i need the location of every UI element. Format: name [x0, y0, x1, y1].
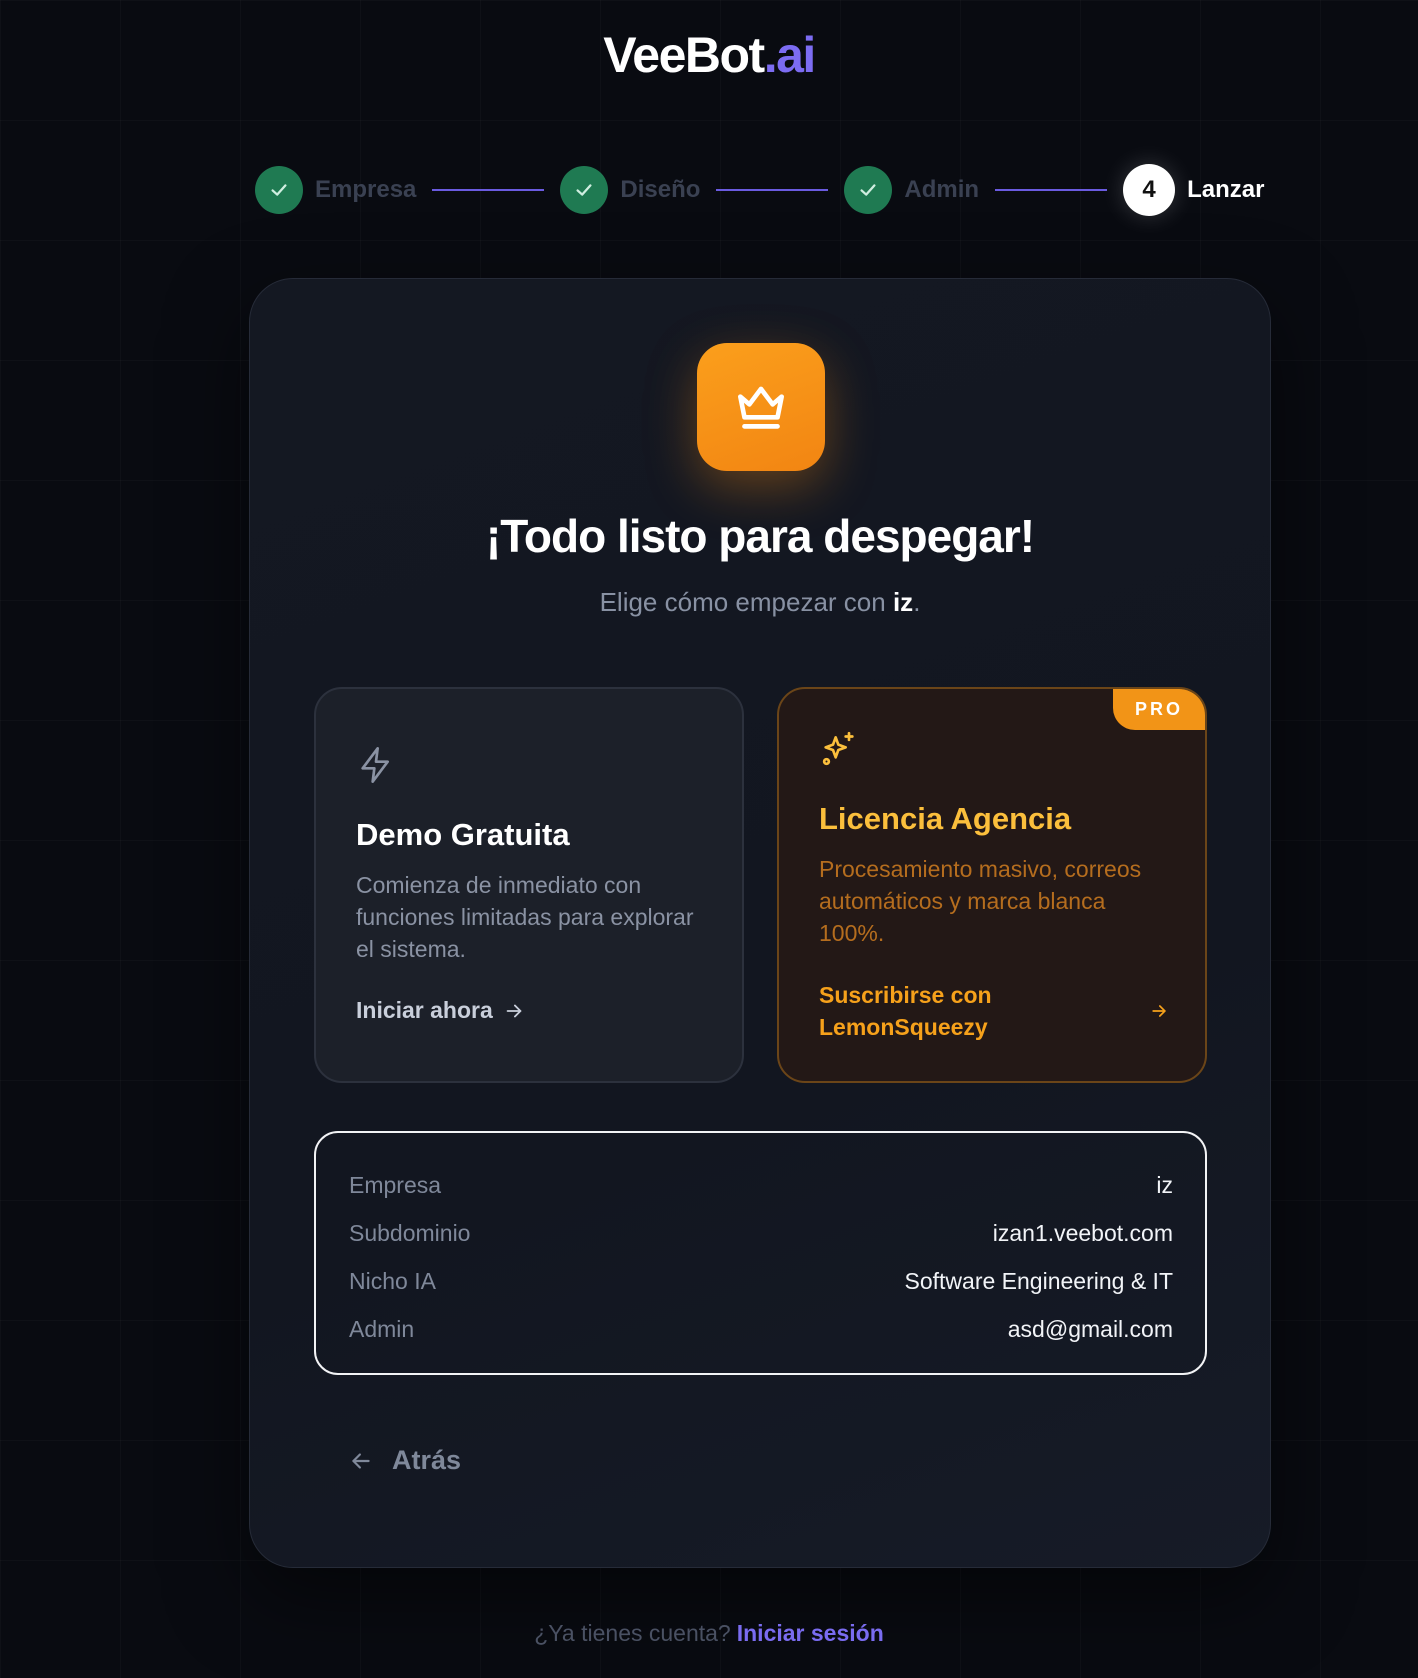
step-connector — [432, 189, 545, 191]
page-subtitle: Elige cómo empezar con iz. — [250, 587, 1270, 618]
pro-description: Procesamiento masivo, correos automático… — [819, 856, 1142, 946]
step-connector — [995, 189, 1108, 191]
subscribe-button[interactable]: Suscribirse con LemonSqueezy — [819, 979, 1169, 1043]
login-link[interactable]: Iniciar sesión — [737, 1620, 884, 1646]
step-label: Admin — [904, 176, 980, 203]
step-empresa: Empresa — [255, 166, 416, 214]
lightning-icon — [356, 745, 396, 790]
brand-logo[interactable]: VeeBot.ai — [0, 26, 1418, 84]
demo-option-card[interactable]: Demo Gratuita Comienza de inmediato con … — [314, 687, 744, 1083]
launch-card: ¡Todo listo para despegar! Elige cómo em… — [249, 278, 1271, 1568]
summary-row: Admin asd@gmail.com — [349, 1305, 1173, 1353]
brand-tld: .ai — [763, 27, 817, 83]
summary-row: Subdominio izan1.veebot.com — [349, 1209, 1173, 1257]
back-label: Atrás — [392, 1445, 462, 1475]
step-admin: Admin — [844, 166, 979, 214]
demo-title: Demo Gratuita — [356, 817, 570, 852]
crown-icon — [697, 343, 825, 471]
subtitle-text: Elige cómo empezar con — [599, 587, 893, 617]
summary-value: Software Engineering & IT — [904, 1267, 1173, 1294]
summary-value: izan1.veebot.com — [992, 1219, 1173, 1246]
subscribe-label: Suscribirse con LemonSqueezy — [819, 982, 992, 1040]
progress-stepper: Empresa Diseño Admin 4 Lanzar — [255, 162, 1264, 218]
start-demo-label: Iniciar ahora — [356, 997, 493, 1023]
check-icon — [255, 166, 303, 214]
login-prompt: ¿Ya tienes cuenta? Iniciar sesión — [0, 1620, 1418, 1647]
demo-description: Comienza de inmediato con funciones limi… — [356, 872, 694, 962]
summary-key: Admin — [349, 1315, 415, 1342]
subtitle-suffix: . — [913, 587, 921, 617]
step-label: Diseño — [620, 176, 701, 203]
pro-title: Licencia Agencia — [819, 801, 1072, 836]
brand-name: VeeBot — [603, 27, 765, 83]
summary-value: asd@gmail.com — [1007, 1315, 1173, 1342]
check-icon — [844, 166, 893, 214]
login-question: ¿Ya tienes cuenta? — [534, 1620, 731, 1646]
setup-summary: Empresa iz Subdominio izan1.veebot.com N… — [314, 1131, 1207, 1375]
pro-option-card[interactable]: PRO Licencia Agencia Procesamiento masiv… — [777, 687, 1207, 1083]
step-label: Lanzar — [1187, 176, 1265, 203]
step-lanzar: 4 Lanzar — [1123, 164, 1264, 216]
summary-key: Empresa — [349, 1171, 442, 1198]
step-label: Empresa — [315, 176, 417, 203]
start-demo-button[interactable]: Iniciar ahora — [356, 997, 525, 1024]
summary-key: Subdominio — [349, 1219, 471, 1246]
step-number: 4 — [1123, 164, 1176, 216]
step-diseno: Diseño — [560, 166, 700, 214]
summary-row: Empresa iz — [349, 1161, 1173, 1209]
back-button[interactable]: Atrás — [348, 1445, 461, 1476]
summary-key: Nicho IA — [349, 1267, 436, 1294]
step-connector — [716, 189, 829, 191]
page-title: ¡Todo listo para despegar! — [485, 510, 1035, 562]
sparkles-icon — [819, 729, 859, 774]
pro-badge: PRO — [1112, 689, 1205, 730]
company-name: iz — [892, 587, 914, 617]
arrow-right-icon — [1152, 1005, 1166, 1017]
arrow-right-icon — [506, 1004, 522, 1017]
summary-value: iz — [1156, 1171, 1173, 1198]
check-icon — [560, 166, 609, 214]
summary-row: Nicho IA Software Engineering & IT — [349, 1257, 1173, 1305]
arrow-left-icon — [352, 1452, 370, 1469]
